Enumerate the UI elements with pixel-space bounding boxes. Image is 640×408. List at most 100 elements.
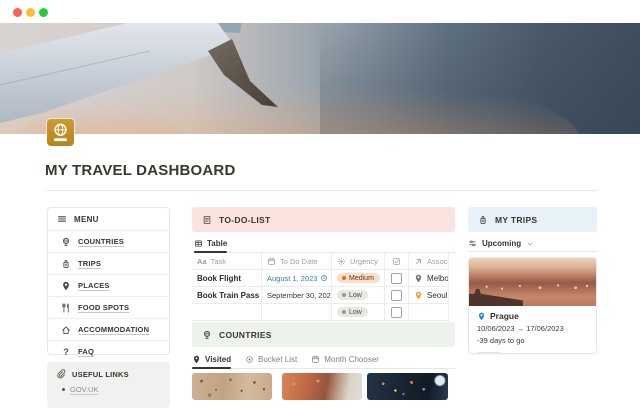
sidebar-item-countries[interactable]: COUNTRIES: [48, 230, 169, 252]
sidebar-item-label: COUNTRIES: [78, 237, 124, 246]
globe-icon: [202, 330, 212, 340]
checkbox-cell[interactable]: [385, 304, 409, 321]
sidebar-item-food-spots[interactable]: FOOD SPOTS: [48, 296, 169, 318]
todo-table: Aa Task To Do Date Urgency Associated T……: [192, 253, 455, 321]
urgency-cell[interactable]: Low: [332, 287, 385, 304]
cover-photo-airplane-wing[interactable]: [0, 23, 640, 134]
luggage-icon: [61, 259, 71, 269]
window-titlebar: [0, 0, 640, 23]
pill-dot: [342, 293, 346, 297]
date-cell[interactable]: [262, 304, 332, 321]
airplane-wing-sunset-graphic: [0, 23, 640, 134]
country-card-photo[interactable]: [367, 373, 448, 400]
country-card-photo[interactable]: [192, 373, 272, 400]
filter-label: Upcoming: [482, 239, 521, 248]
my-trips-title: MY TRIPS: [495, 215, 537, 225]
trips-filter-upcoming[interactable]: Upcoming: [468, 236, 597, 252]
sidebar-item-places[interactable]: PLACES: [48, 274, 169, 296]
countries-section-header[interactable]: COUNTRIES: [192, 322, 455, 347]
close-window-button[interactable]: [13, 8, 22, 17]
sidebar-item-faq[interactable]: ? FAQ: [48, 340, 169, 362]
column-header-urgency[interactable]: Urgency: [332, 253, 385, 270]
task-name: Book Train Pass: [197, 291, 259, 300]
sidebar-item-label: PLACES: [78, 281, 110, 290]
passport-globe-glyph: [47, 119, 74, 146]
tab-label: Bucket List: [258, 355, 297, 364]
column-header-checkbox[interactable]: [385, 253, 409, 270]
reminder-clock-icon: [320, 274, 328, 282]
tab-visited[interactable]: Visited: [192, 355, 231, 368]
urgency-pill-low[interactable]: Low: [337, 307, 368, 317]
tab-label: Month Chooser: [324, 355, 379, 364]
checkbox-property-icon: [392, 257, 401, 266]
bullet-dot: [62, 388, 65, 391]
menu-title: MENU: [74, 215, 99, 224]
trip-dates: 10/06/2023 → 17/06/2023: [477, 324, 588, 333]
pill-label: Low: [349, 309, 362, 316]
row-checkbox[interactable]: [391, 290, 402, 301]
pill-label: Medium: [349, 275, 374, 282]
urgency-cell[interactable]: Medium: [332, 270, 385, 287]
urgency-pill-low[interactable]: Low: [337, 290, 368, 300]
sort-sliders-icon: [468, 239, 477, 248]
paperclip-icon: [56, 369, 66, 379]
todo-list-title: TO-DO-LIST: [219, 215, 270, 225]
link-govuk[interactable]: GOV.UK: [70, 385, 98, 394]
trip-name: Prague: [490, 311, 519, 321]
my-trips-section-header[interactable]: MY TRIPS: [468, 207, 597, 232]
pin-icon: [414, 274, 423, 283]
tab-table-view[interactable]: Table: [194, 239, 227, 252]
calendar-icon: [267, 257, 276, 266]
list-item: GOV.UK: [62, 385, 161, 394]
column-header-date[interactable]: To Do Date: [262, 253, 332, 270]
passport-icon[interactable]: [47, 119, 74, 146]
associated-trip-cell[interactable]: Seoul: [409, 287, 449, 304]
task-cell[interactable]: Book Train Pass: [192, 287, 262, 304]
column-label: Associated T…: [427, 257, 449, 266]
sidebar-item-label: FOOD SPOTS: [78, 303, 129, 312]
task-name: Book Flight: [197, 274, 241, 283]
task-cell[interactable]: Book Flight: [192, 270, 262, 287]
table-row: Book Train Pass September 30, 202 Low Se…: [192, 287, 455, 304]
tab-month-chooser[interactable]: Month Chooser: [311, 355, 379, 368]
associated-trip-cell[interactable]: [409, 304, 449, 321]
checkbox-cell[interactable]: [385, 287, 409, 304]
pill-dot: [342, 276, 346, 280]
tab-bucket-list[interactable]: Bucket List: [245, 355, 297, 368]
associated-trip-cell[interactable]: Melbourne: [409, 270, 449, 287]
date-cell[interactable]: August 1, 2023: [262, 270, 332, 287]
table-header-row: Aa Task To Do Date Urgency Associated T…: [192, 253, 455, 270]
globe-icon: [61, 237, 71, 247]
column-header-task[interactable]: Aa Task: [192, 253, 262, 270]
question-icon: ?: [61, 347, 71, 357]
memo-icon: [202, 215, 212, 225]
todo-list-section-header[interactable]: TO-DO-LIST: [192, 207, 455, 232]
task-cell[interactable]: [192, 304, 262, 321]
urgency-cell[interactable]: Low: [332, 304, 385, 321]
trip-card-photo: [469, 258, 596, 306]
useful-links-header: USEFUL LINKS: [56, 369, 161, 379]
date-link[interactable]: August 1, 2023: [267, 274, 328, 283]
minimize-window-button[interactable]: [26, 8, 35, 17]
trip-card-prague[interactable]: Prague 10/06/2023 → 17/06/2023 -39 days …: [468, 257, 597, 354]
title-divider: [45, 190, 597, 191]
sidebar-item-label: FAQ: [78, 347, 94, 356]
date-cell[interactable]: September 30, 202: [262, 287, 332, 304]
column-header-associated[interactable]: Associated T…: [409, 253, 449, 270]
select-property-icon: [337, 257, 346, 266]
row-checkbox[interactable]: [391, 273, 402, 284]
sidebar-item-trips[interactable]: TRIPS: [48, 252, 169, 274]
tab-label: Visited: [205, 355, 231, 364]
row-checkbox[interactable]: [391, 307, 402, 318]
sidebar-item-accommodation[interactable]: ACCOMMODATION: [48, 318, 169, 340]
column-label: To Do Date: [280, 257, 318, 266]
cutlery-icon: [61, 303, 71, 313]
sidebar-item-label: TRIPS: [78, 259, 101, 268]
checkbox-cell[interactable]: [385, 270, 409, 287]
menu-header: MENU: [48, 208, 169, 230]
urgency-pill-medium[interactable]: Medium: [337, 273, 380, 283]
zoom-window-button[interactable]: [39, 8, 48, 17]
country-card-photo[interactable]: [282, 373, 362, 400]
pin-icon: [477, 312, 486, 321]
table-row: Book Flight August 1, 2023 Medium Melbou…: [192, 270, 455, 287]
